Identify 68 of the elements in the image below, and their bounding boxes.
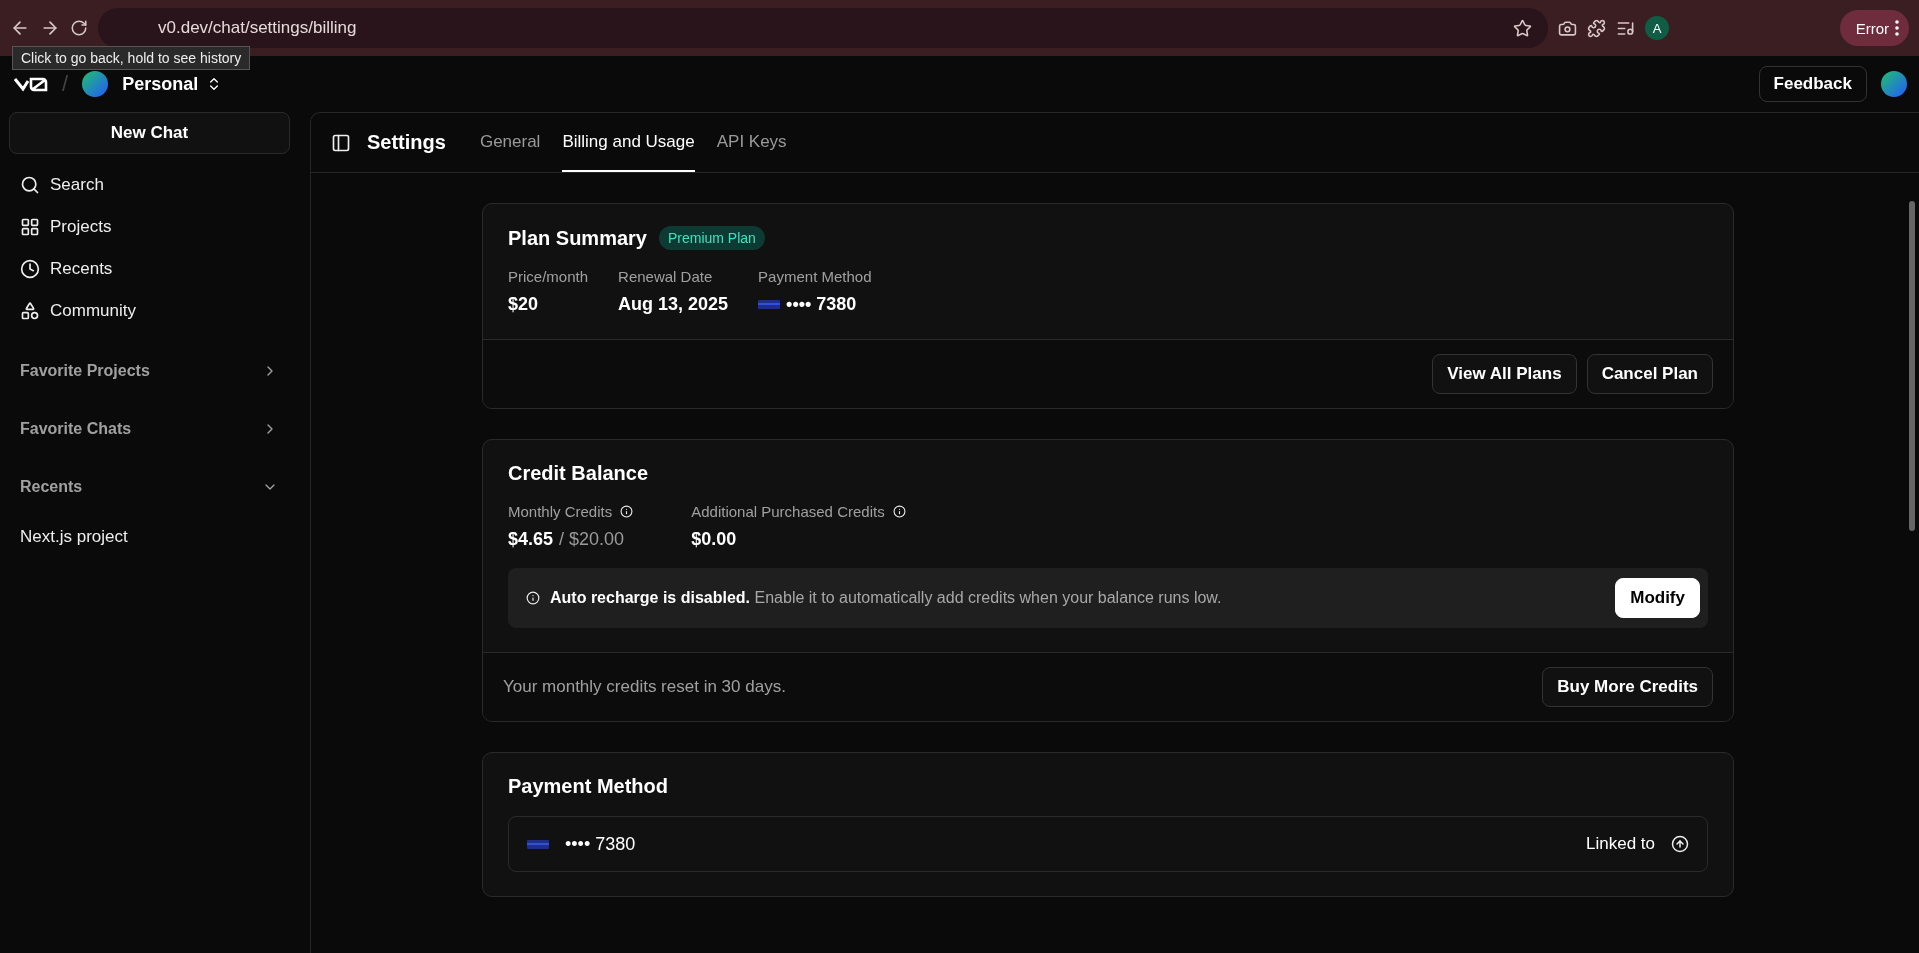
info-icon[interactable] (620, 505, 634, 518)
section-header[interactable]: Favorite Chats (9, 400, 290, 458)
profile-avatar[interactable]: A (1645, 16, 1669, 40)
section-label: Favorite Chats (20, 420, 132, 438)
field-label: Monthly Credits (508, 503, 613, 520)
sidebar-item[interactable]: Projects (9, 206, 290, 248)
card-title: Payment Method (508, 775, 670, 798)
field-value: $20 (508, 294, 540, 315)
payment-row[interactable]: •••• 7380 Linked to (508, 816, 1708, 872)
field-label: Renewal Date (618, 268, 714, 285)
error-button[interactable]: Error (1839, 10, 1909, 46)
settings-title: Settings (367, 131, 446, 154)
sidebar-item[interactable]: Search (9, 164, 290, 206)
reload-icon[interactable] (70, 19, 88, 37)
info-icon (526, 591, 540, 605)
url-text: v0.dev/chat/settings/billing (158, 18, 357, 38)
linked-label: Linked to (1586, 834, 1655, 854)
tooltip: Click to go back, hold to see history (12, 46, 251, 70)
card-icon (758, 300, 781, 309)
camera-icon[interactable] (1558, 18, 1577, 38)
card-title: Plan Summary (508, 226, 647, 250)
clock-icon (20, 259, 40, 279)
sidebar-item[interactable]: Recents (9, 248, 290, 290)
arrow-up-icon[interactable] (1671, 835, 1689, 853)
credits-total: / $20.00 (559, 529, 625, 550)
plan-badge: Premium Plan (658, 226, 765, 250)
field-label: Payment Method (758, 268, 872, 285)
section-label: Recents (20, 478, 83, 496)
separator-slash: / (62, 71, 69, 97)
search-icon (20, 175, 40, 195)
card-title: Credit Balance (508, 462, 650, 485)
tab[interactable]: General (479, 113, 541, 172)
puzzle-icon[interactable] (1587, 18, 1606, 38)
credits-used: $4.65 (508, 529, 554, 550)
info-icon[interactable] (892, 505, 906, 518)
tab[interactable]: Billing and Usage (562, 113, 695, 172)
section-label: Favorite Projects (20, 362, 150, 380)
shapes-icon (20, 301, 40, 321)
sidebar-item[interactable]: Community (9, 290, 290, 332)
field-label: Additional Purchased Credits (691, 503, 885, 520)
reset-note: Your monthly credits reset in 30 days. (503, 677, 786, 697)
new-chat-button[interactable]: New Chat (9, 112, 290, 154)
address-bar[interactable]: v0.dev/chat/settings/billing (98, 8, 1548, 48)
notice-text: Auto recharge is disabled. Enable it to automatically add credits when your balance runs low. (550, 589, 1223, 607)
workspace-avatar (82, 71, 109, 97)
field-value: Aug 13, 2025 (618, 294, 729, 315)
field-value: $0.00 (691, 529, 738, 550)
card-icon (527, 839, 549, 849)
kebab-icon (1895, 20, 1899, 36)
buy-credits-button[interactable]: Buy More Credits (1542, 667, 1713, 707)
section-header[interactable]: Recents (9, 458, 290, 516)
logo-icon (14, 76, 48, 92)
tab[interactable]: API Keys (716, 113, 787, 172)
plan-button[interactable]: View All Plans (1432, 354, 1577, 394)
star-icon[interactable] (1513, 18, 1532, 38)
recent-chat-item[interactable]: Next.js project (9, 516, 290, 558)
scrollbar-thumb[interactable] (1909, 201, 1915, 531)
plan-button[interactable]: Cancel Plan (1586, 354, 1713, 394)
card-number: •••• 7380 (786, 294, 857, 315)
user-avatar[interactable] (1881, 71, 1907, 97)
field-label: Price/month (508, 268, 589, 285)
modify-button[interactable]: Modify (1615, 578, 1700, 618)
sidebar-toggle-icon[interactable] (331, 132, 351, 153)
feedback-button[interactable]: Feedback (1758, 66, 1867, 102)
grid-icon (20, 217, 40, 237)
card-number: •••• 7380 (565, 833, 636, 855)
workspace-switcher[interactable]: Personal (122, 73, 223, 95)
section-header[interactable]: Favorite Projects (9, 342, 290, 400)
